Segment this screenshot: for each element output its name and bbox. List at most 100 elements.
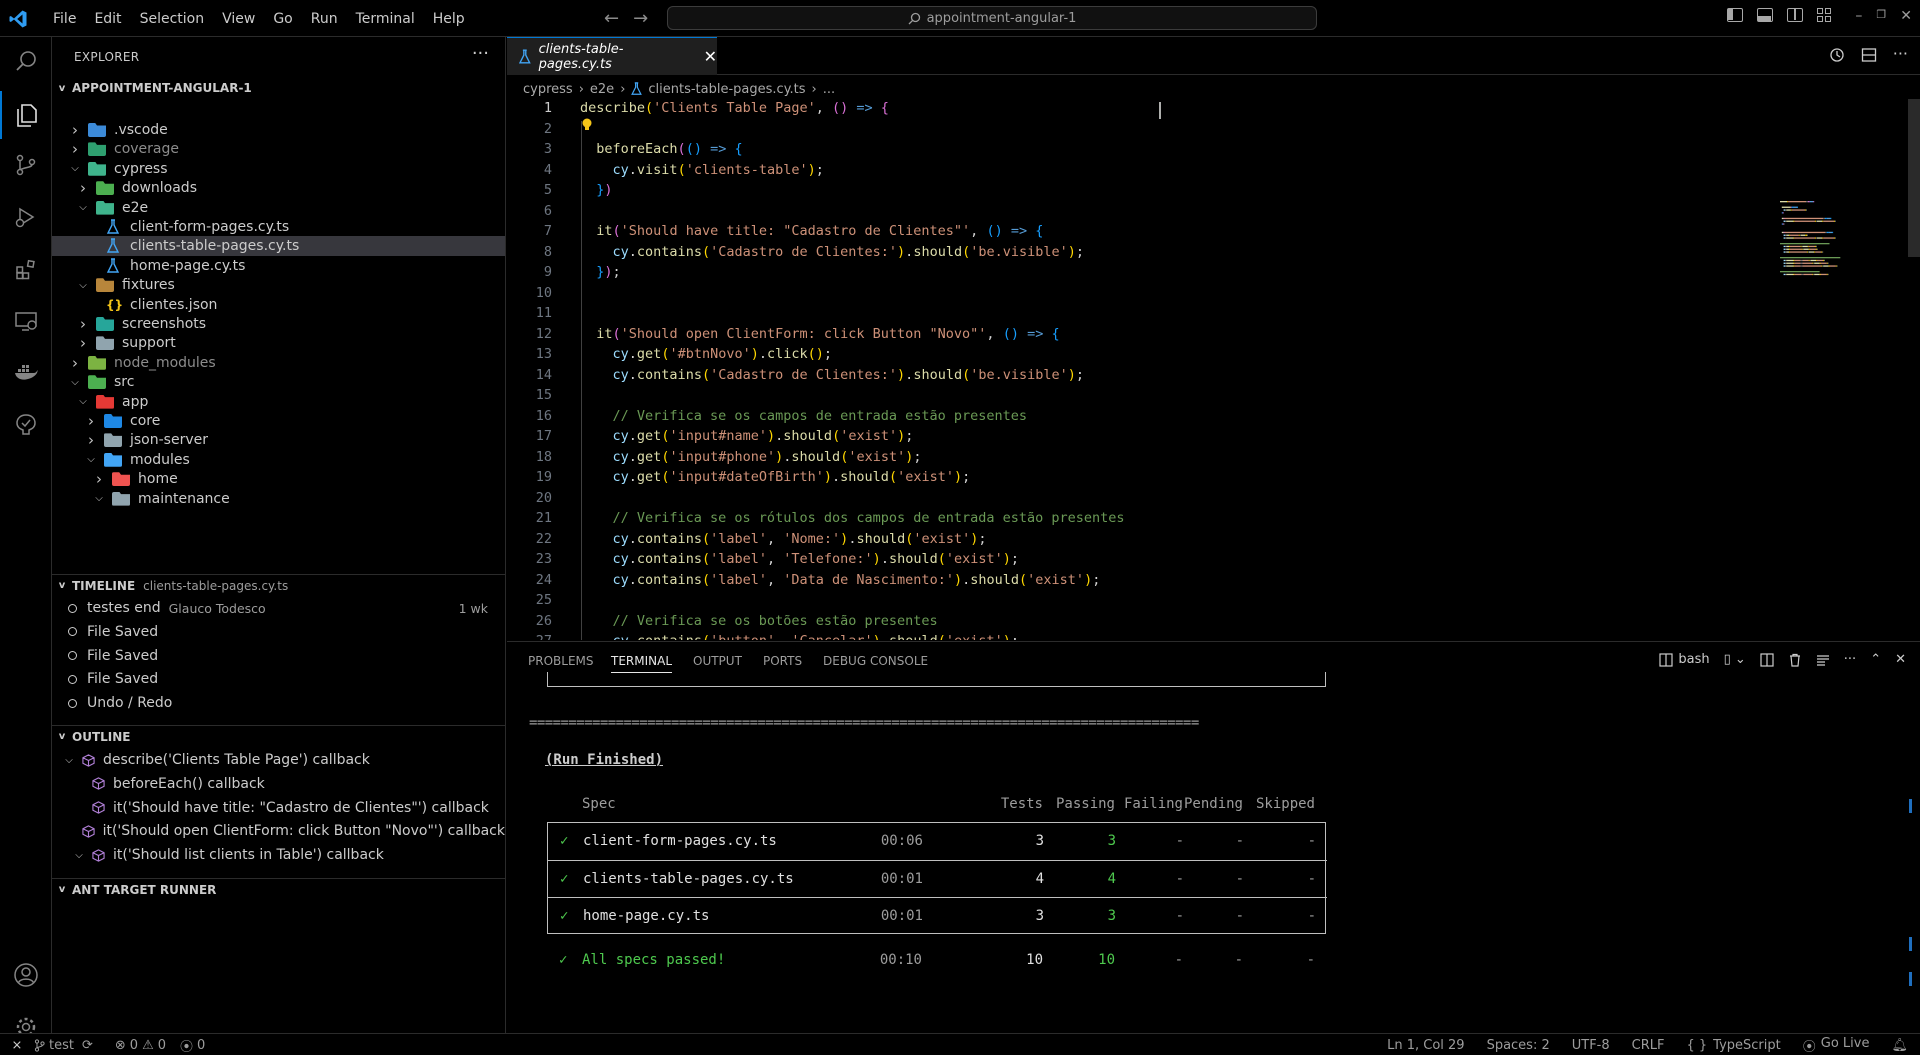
go-live-button[interactable]: ⦿ Go Live — [1803, 1036, 1870, 1055]
toggle-panel-icon[interactable] — [1757, 8, 1774, 22]
menu-run[interactable]: Run — [302, 11, 347, 27]
activity-search[interactable] — [0, 37, 52, 85]
close-tab-icon[interactable]: ✕ — [704, 47, 717, 66]
timeline-section-header[interactable]: v TIMELINE clients-table-pages.cy.ts — [52, 574, 506, 596]
timeline-item[interactable]: File Saved — [52, 667, 505, 691]
forward-arrow-icon[interactable]: → — [633, 8, 648, 29]
breadcrumb-item[interactable]: clients-table-pages.cy.ts — [648, 82, 805, 97]
timeline-item[interactable]: File Saved — [52, 620, 505, 644]
menu-help[interactable]: Help — [424, 11, 474, 27]
encoding[interactable]: UTF-8 — [1572, 1038, 1610, 1053]
menu-terminal[interactable]: Terminal — [347, 11, 424, 27]
code-editor[interactable]: 1 2 3 4 5 6 7 8 9 10 11 12 13 14 15 16 17 18 19 20 21 22 23 24 2… — [507, 99, 1920, 640]
end-of-line[interactable]: CRLF — [1632, 1038, 1665, 1053]
activity-testing[interactable] — [0, 401, 52, 449]
restore-icon[interactable]: ❐ — [1876, 8, 1886, 24]
menu-selection[interactable]: Selection — [131, 11, 214, 27]
activity-explorer[interactable] — [0, 91, 52, 139]
tree-item[interactable]: › json-server — [52, 430, 505, 450]
split-panel-icon[interactable] — [1760, 652, 1774, 667]
indentation[interactable]: Spaces: 2 — [1487, 1038, 1550, 1053]
activity-run-debug[interactable] — [0, 193, 52, 241]
timeline-item[interactable]: Undo / Redo — [52, 691, 505, 715]
editor-scrollbar[interactable] — [1908, 99, 1920, 257]
tree-item[interactable]: › .vscode — [52, 120, 505, 140]
activity-source-control[interactable] — [0, 141, 52, 189]
tree-item[interactable]: home-page.cy.ts — [52, 256, 505, 276]
tree-item[interactable]: ⌵ fixtures — [52, 275, 505, 295]
toggle-secondary-sidebar-icon[interactable] — [1787, 8, 1804, 22]
tab-debug-console[interactable]: DEBUG CONSOLE — [823, 654, 928, 668]
outline-item[interactable]: beforeEach() callback — [52, 772, 505, 796]
clear-terminal-icon[interactable] — [1816, 653, 1830, 667]
tree-item[interactable]: › node_modules — [52, 353, 505, 373]
tree-item[interactable]: ⌵ cypress — [52, 159, 505, 179]
tree-item[interactable]: › home — [52, 469, 505, 489]
menu-file[interactable]: File — [44, 11, 85, 27]
outline-item[interactable]: it('Should open ClientForm: click Button… — [52, 819, 505, 843]
timeline-history-icon[interactable] — [1829, 47, 1845, 63]
tree-item[interactable]: › support — [52, 333, 505, 353]
back-arrow-icon[interactable]: ← — [604, 8, 619, 29]
close-window-icon[interactable]: ✕ — [1900, 8, 1912, 24]
minimap[interactable] — [1778, 199, 1908, 329]
trash-icon[interactable] — [1788, 653, 1802, 667]
timeline-item[interactable]: File Saved — [52, 644, 505, 668]
toggle-primary-sidebar-icon[interactable] — [1727, 8, 1744, 22]
terminal-output[interactable]: ========================================… — [507, 672, 1897, 1034]
split-editor-icon[interactable] — [1861, 47, 1877, 63]
tree-item[interactable]: › screenshots — [52, 314, 505, 334]
breadcrumb-item[interactable]: cypress — [523, 82, 573, 97]
notifications-icon[interactable]: 🔔︎ — [1891, 1038, 1908, 1053]
breadcrumb-item[interactable]: ... — [823, 82, 835, 97]
problems-indicator[interactable]: ⊗ 0 ⚠ 0 — [115, 1038, 166, 1053]
tree-item[interactable]: ⌵ app — [52, 392, 505, 412]
editor-tab[interactable]: clients-table-pages.cy.ts ✕ — [507, 37, 717, 75]
tab-ports[interactable]: PORTS — [763, 654, 802, 668]
outline-item[interactable]: then() callback — [52, 867, 505, 872]
timeline-item[interactable]: testes end Glauco Todesco 1 wk — [52, 596, 505, 620]
ports-indicator[interactable]: ⦿ 0 — [180, 1036, 205, 1055]
outline-section-header[interactable]: v OUTLINE — [52, 725, 506, 747]
menu-edit[interactable]: Edit — [85, 11, 130, 27]
activity-docker[interactable] — [0, 349, 52, 397]
customize-layout-icon[interactable] — [1817, 8, 1832, 22]
tab-terminal[interactable]: TERMINAL — [611, 654, 673, 673]
lightbulb-icon[interactable] — [582, 118, 592, 132]
menu-go[interactable]: Go — [264, 11, 301, 27]
outline-item[interactable]: it('Should have title: "Cadastro de Clie… — [52, 796, 505, 820]
ant-runner-section-header[interactable]: v ANT TARGET RUNNER — [52, 878, 506, 900]
tree-item[interactable]: ⌵ maintenance — [52, 489, 505, 509]
breadcrumb-item[interactable]: e2e — [590, 82, 614, 97]
remote-indicator-icon[interactable]: ⨯ — [0, 1038, 34, 1053]
tree-item[interactable]: › coverage — [52, 139, 505, 159]
activity-extensions[interactable] — [0, 245, 52, 293]
maximize-panel-icon[interactable]: ⌃ — [1870, 652, 1881, 667]
activity-accounts[interactable] — [0, 951, 52, 999]
more-actions-icon[interactable]: ··· — [1893, 46, 1908, 63]
tab-problems[interactable]: PROBLEMS — [528, 654, 594, 668]
minimize-icon[interactable]: – — [1855, 8, 1862, 24]
activity-remote-explorer[interactable] — [0, 297, 52, 345]
timeline-item[interactable]: File Saved — [52, 715, 505, 720]
outline-item[interactable]: ⌵ describe('Clients Table Page') callback — [52, 748, 505, 772]
cursor-position[interactable]: Ln 1, Col 29 — [1387, 1038, 1464, 1053]
tree-item[interactable]: clients-table-pages.cy.ts — [52, 236, 505, 257]
tree-item[interactable]: ⌵ modules — [52, 450, 505, 470]
more-actions-icon[interactable]: ··· — [1844, 652, 1856, 667]
close-panel-icon[interactable]: ✕ — [1895, 652, 1906, 667]
tab-output[interactable]: OUTPUT — [693, 654, 742, 668]
branch-indicator[interactable]: test ⟳ — [34, 1038, 93, 1053]
menu-view[interactable]: View — [213, 11, 264, 27]
tree-item[interactable]: › core — [52, 411, 505, 431]
outline-item[interactable]: ⌵ it('Should list clients in Table') call… — [52, 843, 505, 867]
terminal-shell-selector[interactable]: bash — [1659, 652, 1710, 667]
tree-item[interactable]: client-form-pages.cy.ts — [52, 217, 505, 237]
tree-item[interactable]: › downloads — [52, 178, 505, 198]
new-terminal-icon[interactable]: ▯ ⌄ — [1724, 652, 1746, 667]
tree-item[interactable]: {} clientes.json — [52, 295, 505, 315]
language-mode[interactable]: { } TypeScript — [1686, 1038, 1780, 1053]
tree-item[interactable]: ⌵ e2e — [52, 198, 505, 218]
command-center-search[interactable]: appointment-angular-1 — [667, 6, 1317, 30]
tree-item[interactable]: ⌵ src — [52, 372, 505, 392]
